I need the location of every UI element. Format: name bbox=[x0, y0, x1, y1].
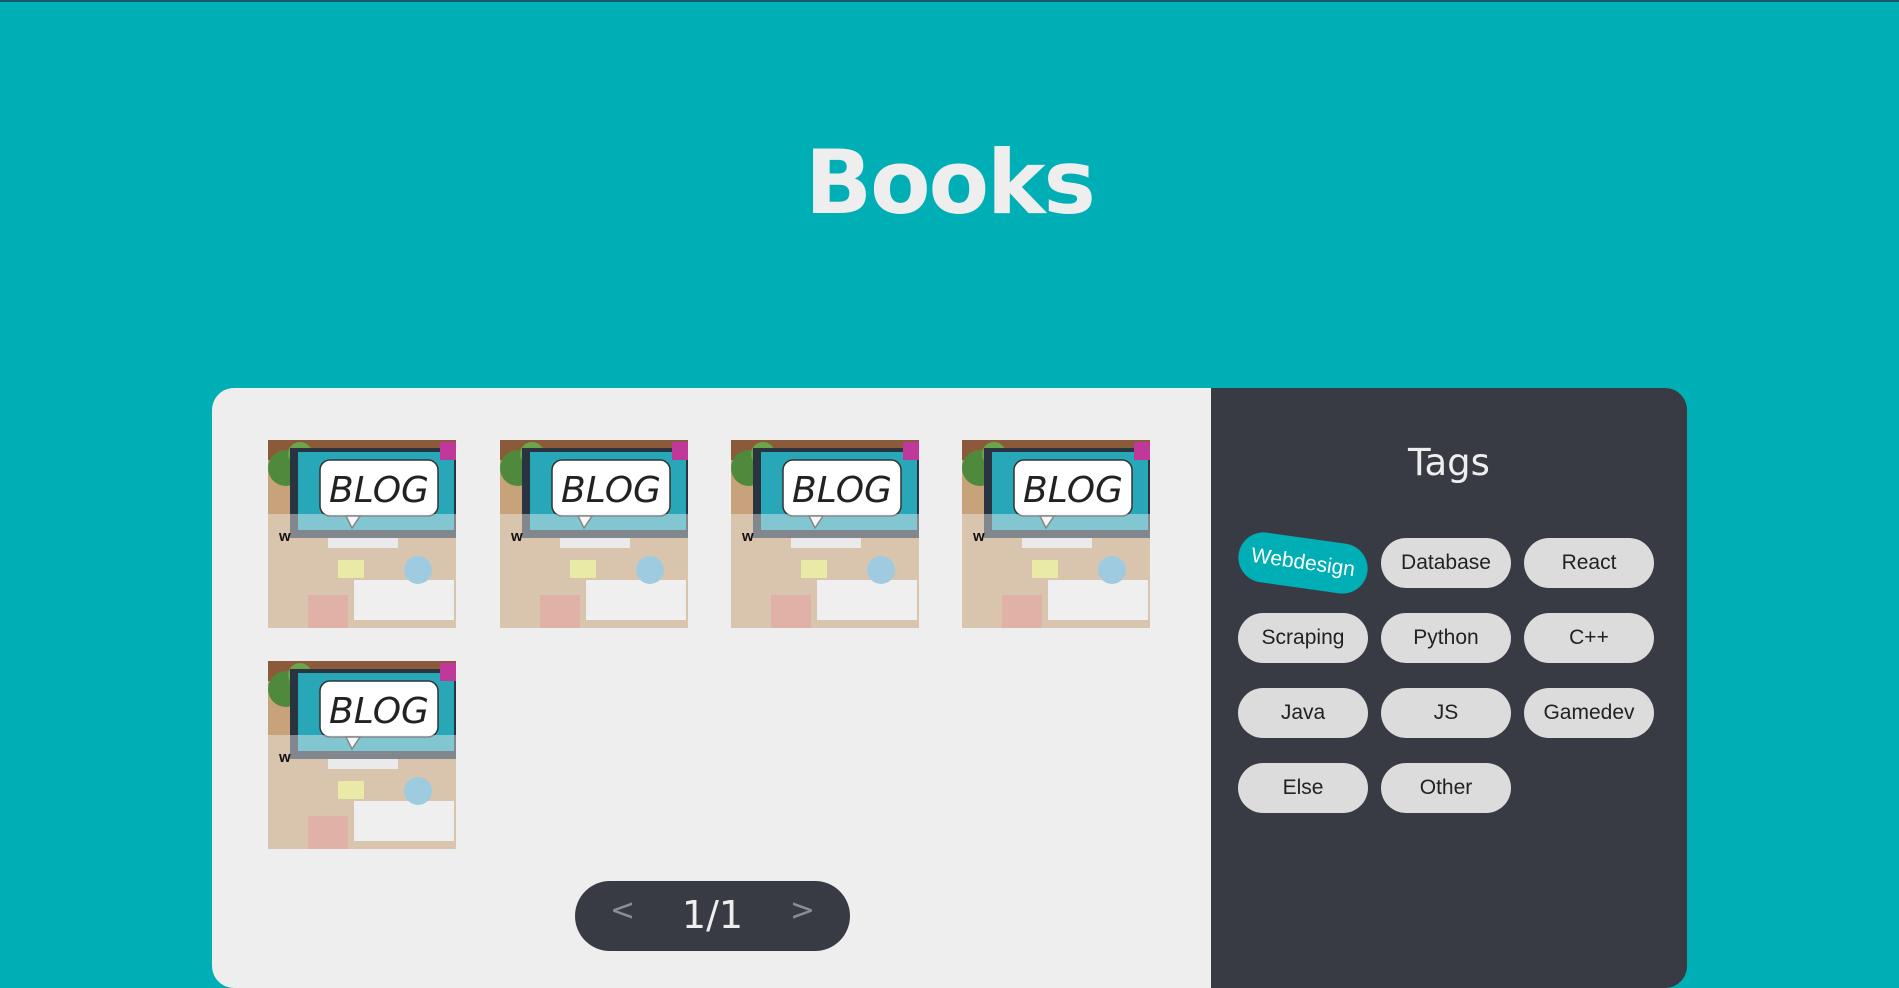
tags-title: Tags bbox=[1408, 441, 1490, 484]
tag-webdesign[interactable]: Webdesign bbox=[1235, 529, 1371, 597]
book-thumbnail: BLOG bbox=[268, 440, 456, 628]
book-thumbnail: BLOG bbox=[500, 440, 688, 628]
svg-text:BLOG: BLOG bbox=[1023, 470, 1123, 511]
next-page-button[interactable]: > bbox=[790, 893, 815, 928]
tag-else[interactable]: Else bbox=[1238, 763, 1368, 813]
tag-gamedev[interactable]: Gamedev bbox=[1524, 688, 1654, 738]
tag-js[interactable]: JS bbox=[1381, 688, 1511, 738]
tag-database[interactable]: Database bbox=[1381, 538, 1511, 588]
book-card[interactable]: BLOG w bbox=[962, 440, 1150, 628]
svg-text:BLOG: BLOG bbox=[329, 691, 429, 732]
tag-python[interactable]: Python bbox=[1381, 613, 1511, 663]
pagination: < 1/1 > bbox=[575, 881, 850, 951]
tag-scraping[interactable]: Scraping bbox=[1238, 613, 1368, 663]
book-initial: w bbox=[742, 528, 754, 545]
book-initial: w bbox=[279, 749, 291, 766]
page-title: Books bbox=[805, 131, 1096, 234]
book-card[interactable]: BLOG w bbox=[500, 440, 688, 628]
top-border bbox=[0, 0, 1899, 2]
tag-other[interactable]: Other bbox=[1381, 763, 1511, 813]
tags-sidebar: Tags Webdesign Database React Scraping P… bbox=[1211, 388, 1687, 988]
book-thumbnail: BLOG bbox=[962, 440, 1150, 628]
tag-cpp[interactable]: C++ bbox=[1524, 613, 1654, 663]
book-initial: w bbox=[511, 528, 523, 545]
book-initial: w bbox=[973, 528, 985, 545]
book-initial: w bbox=[279, 528, 291, 545]
book-card[interactable]: BLOG w bbox=[731, 440, 919, 628]
content-panel: BLOG w BLOG w BLOG w BLOG w BLOG w < 1/1… bbox=[212, 388, 1687, 988]
books-grid: BLOG w BLOG w BLOG w BLOG w BLOG w < 1/1… bbox=[212, 388, 1211, 988]
book-thumbnail: BLOG bbox=[268, 661, 456, 849]
book-card[interactable]: BLOG w bbox=[268, 661, 456, 849]
tag-react[interactable]: React bbox=[1524, 538, 1654, 588]
book-card[interactable]: BLOG w bbox=[268, 440, 456, 628]
svg-text:BLOG: BLOG bbox=[329, 470, 429, 511]
svg-text:BLOG: BLOG bbox=[561, 470, 661, 511]
tag-java[interactable]: Java bbox=[1238, 688, 1368, 738]
book-thumbnail: BLOG bbox=[731, 440, 919, 628]
svg-text:BLOG: BLOG bbox=[792, 470, 892, 511]
